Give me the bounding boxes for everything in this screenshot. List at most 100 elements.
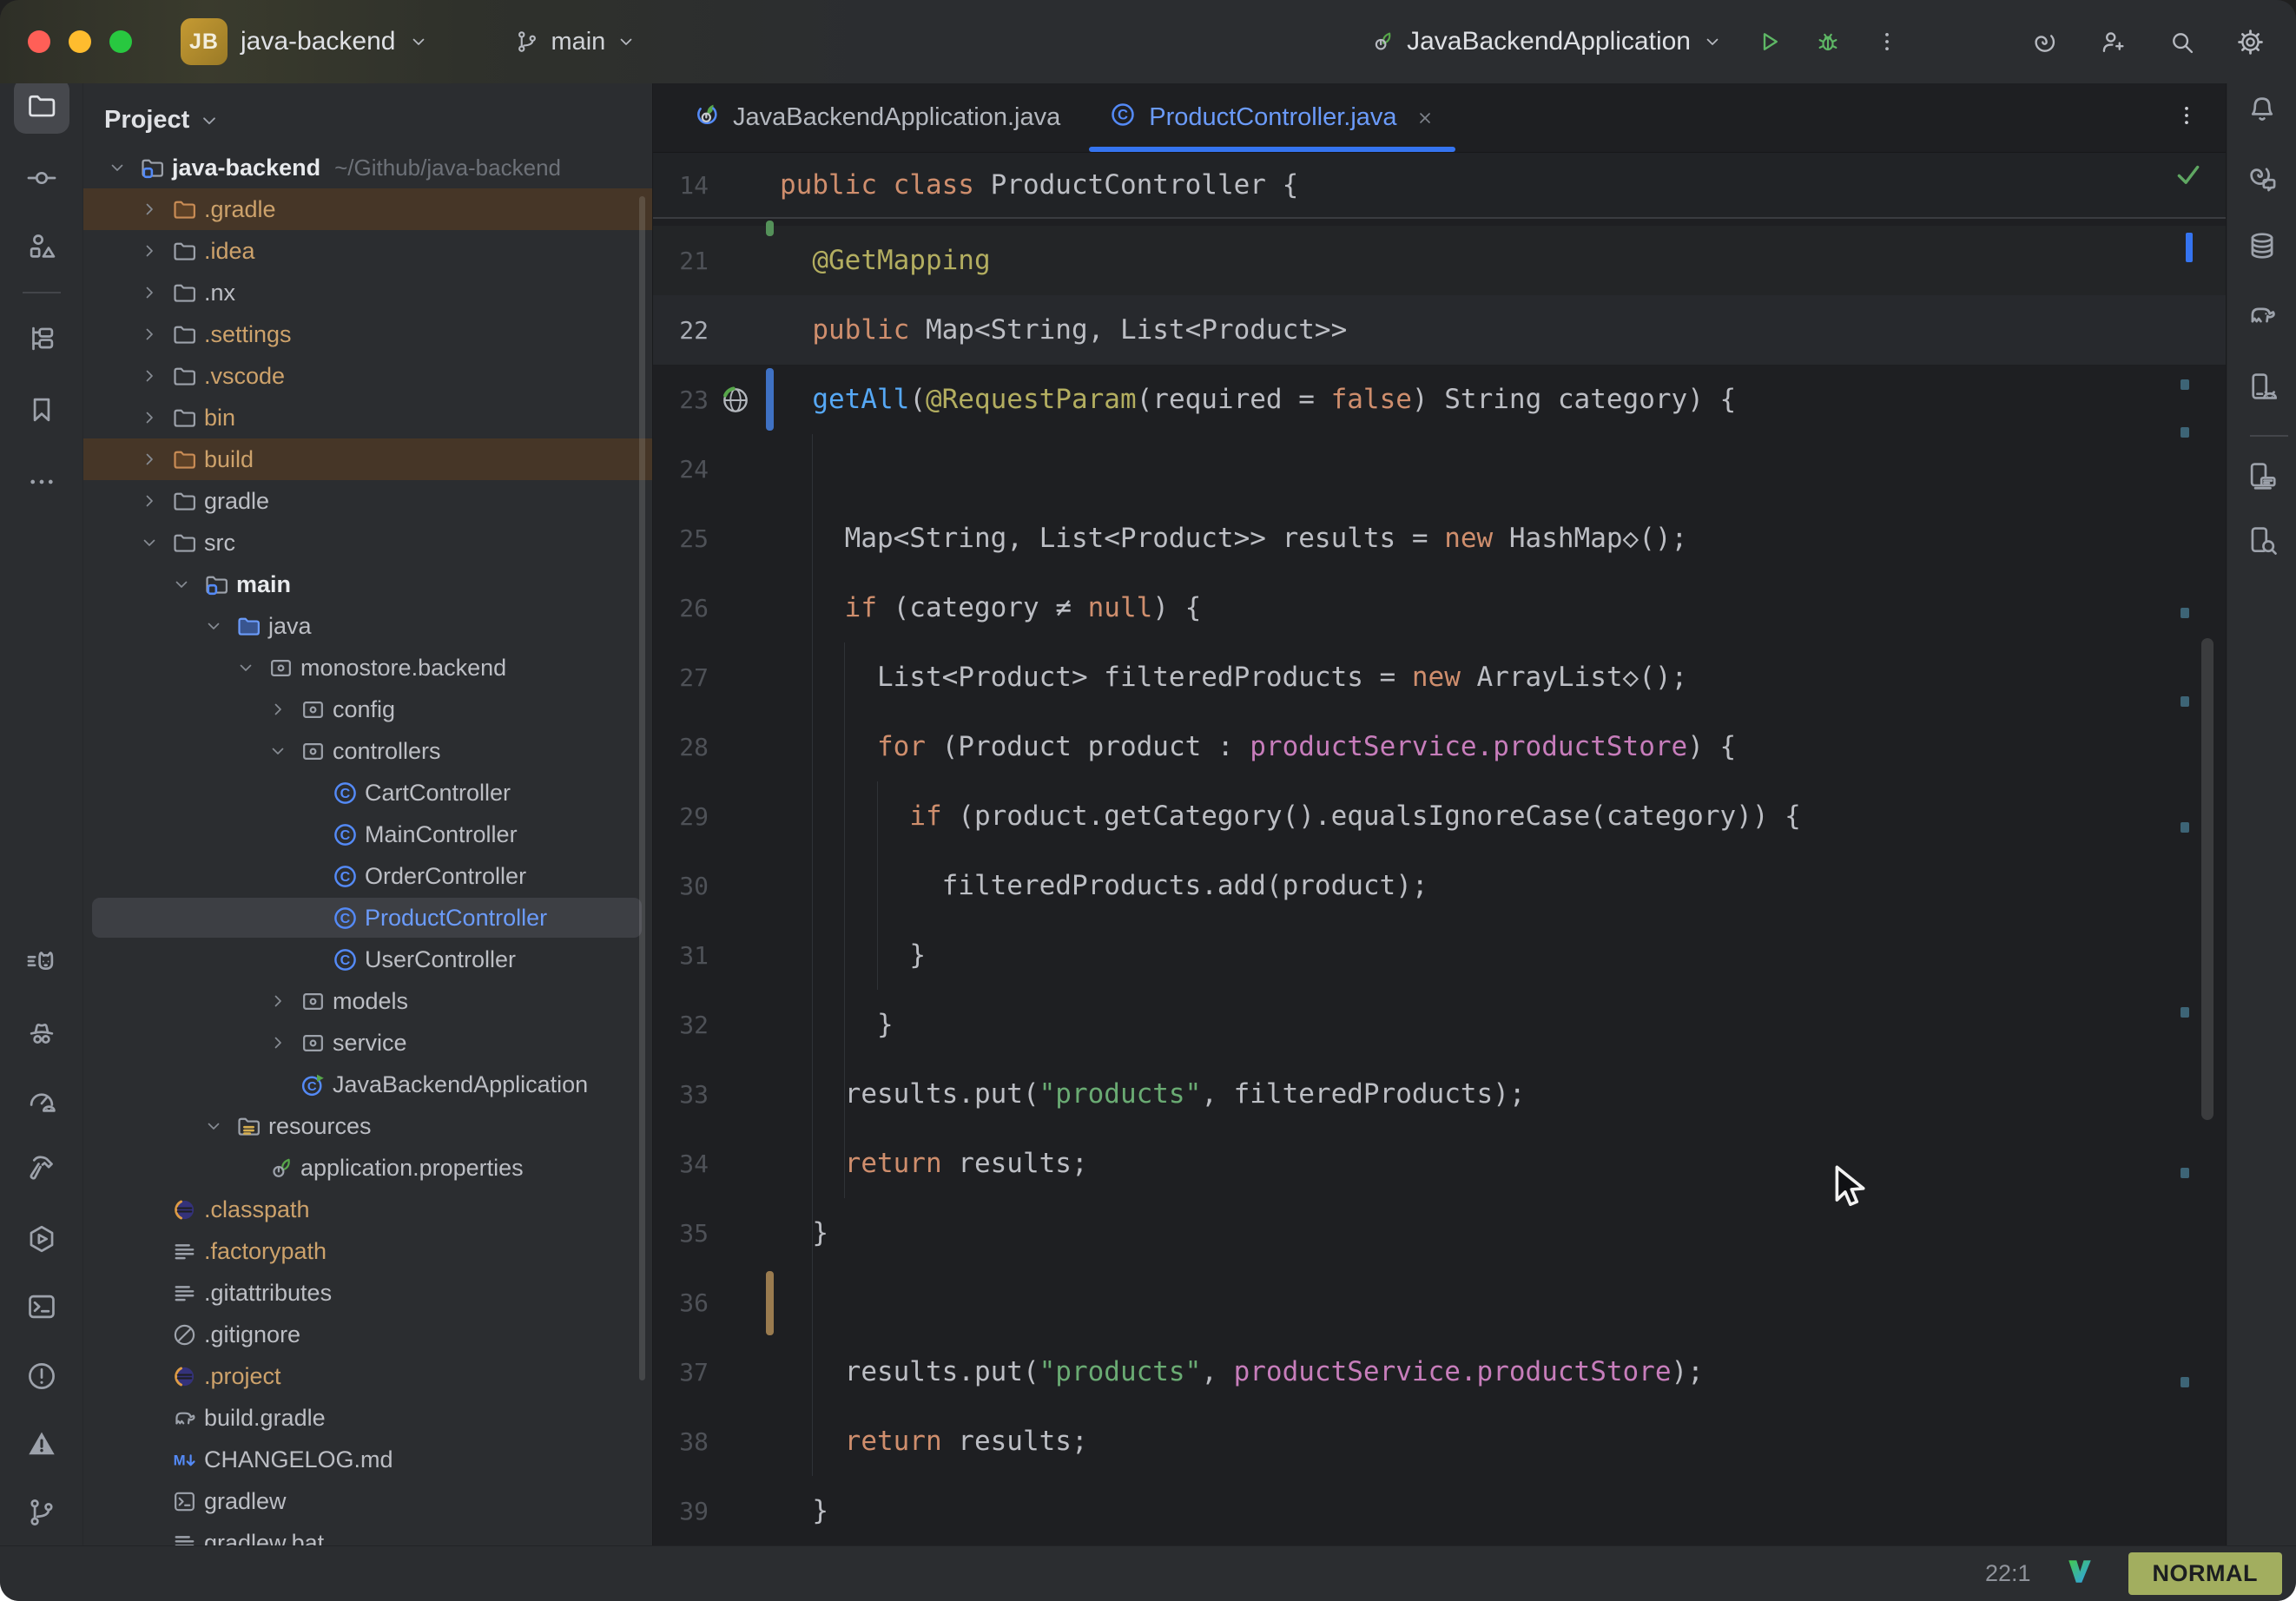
code-line-28[interactable]: 28 for (Product product : productService… bbox=[653, 712, 2226, 781]
chevron-right-icon[interactable] bbox=[139, 282, 171, 303]
chevron-down-icon[interactable] bbox=[107, 157, 139, 178]
tree-item-build[interactable]: build bbox=[83, 438, 652, 480]
tree-item-.gitignore[interactable]: .gitignore bbox=[83, 1314, 652, 1355]
line-number-27[interactable]: 27 bbox=[653, 663, 709, 692]
more-actions-button[interactable] bbox=[1874, 29, 1900, 55]
tree-item-bin[interactable]: bin bbox=[83, 397, 652, 438]
search-icon[interactable] bbox=[2167, 28, 2196, 56]
debug-button[interactable] bbox=[1815, 29, 1841, 55]
line-number-22[interactable]: 22 bbox=[653, 316, 709, 345]
line-number-31[interactable]: 31 bbox=[653, 941, 709, 970]
line-number-33[interactable]: 33 bbox=[653, 1080, 709, 1109]
tree-item-.project[interactable]: .project bbox=[83, 1355, 652, 1397]
gradle-button[interactable] bbox=[2234, 287, 2290, 343]
commit-button[interactable] bbox=[14, 150, 69, 206]
modified-lines-marker[interactable] bbox=[766, 368, 774, 431]
tree-item-CHANGELOG.md[interactable]: MCHANGELOG.md bbox=[83, 1439, 652, 1480]
tree-item-service[interactable]: service bbox=[83, 1022, 652, 1064]
added-lines-marker[interactable] bbox=[766, 221, 774, 236]
code-line-23[interactable]: 23 getAll(@RequestParam(required = false… bbox=[653, 365, 2226, 434]
tree-item-.gradle[interactable]: .gradle bbox=[83, 188, 652, 230]
tree-item-src[interactable]: src bbox=[83, 522, 652, 563]
services-button[interactable] bbox=[14, 1211, 69, 1267]
tree-item-.gitattributes[interactable]: .gitattributes bbox=[83, 1272, 652, 1314]
chevron-down-icon[interactable] bbox=[203, 616, 235, 636]
structure-button[interactable] bbox=[14, 219, 69, 274]
vim-plugin-icon[interactable] bbox=[2064, 1556, 2095, 1591]
editor-scrollbar[interactable] bbox=[2201, 638, 2214, 1120]
git-branch-button[interactable] bbox=[14, 1485, 69, 1540]
line-number-21[interactable]: 21 bbox=[653, 247, 709, 275]
code-line-37[interactable]: 37 results.put("products", productServic… bbox=[653, 1337, 2226, 1407]
tree-item-models[interactable]: models bbox=[83, 980, 652, 1022]
chevron-right-icon[interactable] bbox=[139, 407, 171, 428]
settings-gear-icon[interactable] bbox=[2236, 28, 2265, 56]
hierarchy-button[interactable] bbox=[14, 311, 69, 366]
chevron-down-icon[interactable] bbox=[171, 574, 203, 595]
line-number-29[interactable]: 29 bbox=[653, 802, 709, 831]
tree-item-controllers[interactable]: controllers bbox=[83, 730, 652, 772]
rest-endpoint-icon[interactable] bbox=[719, 384, 752, 417]
tree-item-.classpath[interactable]: .classpath bbox=[83, 1189, 652, 1230]
line-number-14[interactable]: 14 bbox=[653, 171, 709, 200]
sticky-line-14[interactable]: 14public class ProductController { bbox=[653, 153, 2226, 219]
line-number-35[interactable]: 35 bbox=[653, 1219, 709, 1248]
chevron-down-icon[interactable] bbox=[203, 1116, 235, 1137]
chevron-down-icon[interactable] bbox=[267, 741, 300, 761]
line-number-24[interactable]: 24 bbox=[653, 455, 709, 484]
code-line-29[interactable]: 29 if (product.getCategory().equalsIgnor… bbox=[653, 781, 2226, 851]
ai-assistant-button[interactable] bbox=[2234, 149, 2290, 205]
chevron-right-icon[interactable] bbox=[267, 991, 300, 1011]
tree-item-resources[interactable]: resources bbox=[83, 1105, 652, 1147]
tree-item-main[interactable]: main bbox=[83, 563, 652, 605]
ai-assistant-icon[interactable] bbox=[2030, 28, 2059, 56]
code-line-36[interactable]: 36 bbox=[653, 1268, 2226, 1337]
code-line-34[interactable]: 34 return results; bbox=[653, 1129, 2226, 1198]
tree-item-application.properties[interactable]: application.properties bbox=[83, 1147, 652, 1189]
code-line-35[interactable]: 35 } bbox=[653, 1198, 2226, 1268]
code-line-39[interactable]: 39 } bbox=[653, 1476, 2226, 1545]
inspections-ok-icon[interactable] bbox=[2174, 160, 2203, 194]
code-line-32[interactable]: 32 } bbox=[653, 990, 2226, 1059]
tree-item-JavaBackendApplication[interactable]: CJavaBackendApplication bbox=[83, 1064, 652, 1105]
tree-item-java-backend[interactable]: java-backend~/Github/java-backend bbox=[83, 147, 652, 188]
cat-button[interactable] bbox=[14, 933, 69, 989]
chevron-right-icon[interactable] bbox=[139, 449, 171, 470]
tree-item-build.gradle[interactable]: build.gradle bbox=[83, 1397, 652, 1439]
warnings-button[interactable] bbox=[14, 1416, 69, 1472]
project-selector[interactable]: JB java-backend bbox=[181, 18, 429, 65]
whitespace-change-marker[interactable] bbox=[766, 1271, 774, 1335]
code-line-21[interactable]: 21 @GetMapping bbox=[653, 226, 2226, 295]
tree-item-.idea[interactable]: .idea bbox=[83, 230, 652, 272]
code-line-25[interactable]: 25 Map<String, List<Product>> results = … bbox=[653, 504, 2226, 573]
zoom-window-button[interactable] bbox=[109, 30, 132, 53]
run-configuration-selector[interactable]: JavaBackendApplication bbox=[1369, 27, 1723, 56]
caret-position[interactable]: 22:1 bbox=[1985, 1560, 2031, 1587]
problems-button[interactable] bbox=[14, 1348, 69, 1404]
chevron-right-icon[interactable] bbox=[267, 1032, 300, 1053]
chevron-right-icon[interactable] bbox=[267, 699, 300, 720]
chevron-down-icon[interactable] bbox=[139, 532, 171, 553]
tree-item-monostore.backend[interactable]: monostore.backend bbox=[83, 647, 652, 688]
tree-item-.vscode[interactable]: .vscode bbox=[83, 355, 652, 397]
device-explorer-button[interactable] bbox=[2234, 512, 2290, 568]
line-number-38[interactable]: 38 bbox=[653, 1427, 709, 1456]
tree-item-UserController[interactable]: CUserController bbox=[83, 939, 652, 980]
project-button[interactable] bbox=[14, 78, 69, 134]
tree-item-config[interactable]: config bbox=[83, 688, 652, 730]
build-button[interactable] bbox=[14, 1140, 69, 1196]
add-user-icon[interactable] bbox=[2099, 28, 2128, 56]
code-line-27[interactable]: 27 List<Product> filteredProducts = new … bbox=[653, 642, 2226, 712]
running-devices-button[interactable] bbox=[2234, 448, 2290, 504]
minimize-window-button[interactable] bbox=[69, 30, 91, 53]
tree-item-CartController[interactable]: CCartController bbox=[83, 772, 652, 814]
tree-item-gradlew.bat[interactable]: gradlew.bat bbox=[83, 1522, 652, 1545]
branch-selector[interactable]: main bbox=[514, 28, 637, 56]
chevron-right-icon[interactable] bbox=[139, 199, 171, 220]
chevron-right-icon[interactable] bbox=[139, 324, 171, 345]
chevron-right-icon[interactable] bbox=[139, 491, 171, 511]
tree-item-.factorypath[interactable]: .factorypath bbox=[83, 1230, 652, 1272]
tab-javabackendapplication[interactable]: JavaBackendApplication.java bbox=[669, 83, 1085, 152]
line-number-25[interactable]: 25 bbox=[653, 524, 709, 553]
tab-options-icon[interactable] bbox=[2174, 102, 2200, 133]
